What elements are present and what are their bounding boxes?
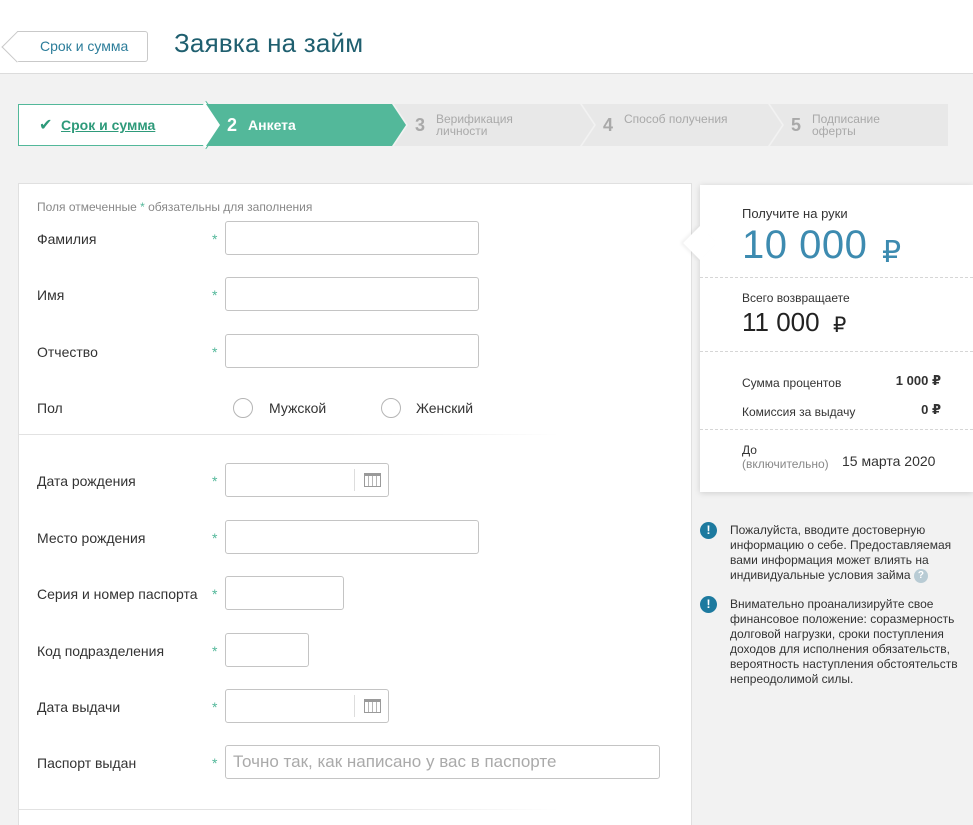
step-2: 2 Анкета <box>206 104 406 146</box>
first-name-input[interactable] <box>225 277 479 311</box>
notice-text: Внимательно проанализируйте свое финансо… <box>730 597 958 686</box>
application-form: Поля отмеченные * обязательны для заполн… <box>18 183 692 825</box>
patronymic-label: Отчество <box>37 344 98 360</box>
required-mark: * <box>212 699 218 715</box>
passport-number-input[interactable] <box>225 576 344 610</box>
info-icon: ! <box>700 522 717 539</box>
gender-label: Пол <box>37 400 63 416</box>
due-label-text: До <box>742 443 757 457</box>
gender-male-radio[interactable] <box>233 398 253 418</box>
step-5-label: Подписание оферты <box>812 112 880 138</box>
step-3-number: 3 <box>415 115 426 135</box>
step-3-label: Верификация личности <box>436 112 513 138</box>
interest-value: 1 000 ₽ <box>895 373 941 388</box>
section-divider <box>19 434 559 435</box>
step-5: 5 Подписание оферты <box>770 104 948 146</box>
info-icon: ! <box>700 596 717 613</box>
checkmark-icon: ✔ <box>39 117 53 134</box>
due-date: 15 марта 2020 <box>842 453 936 469</box>
required-mark: * <box>212 643 218 659</box>
step-2-label: Анкета <box>248 117 296 133</box>
required-mark: * <box>212 287 218 303</box>
birth-date-label: Дата рождения <box>37 473 136 489</box>
receive-amount: 10 000 <box>742 223 868 267</box>
division-code-input[interactable] <box>225 633 309 667</box>
issued-by-label: Паспорт выдан <box>37 755 137 771</box>
step-1[interactable]: ✔ Срок и сумма <box>18 104 206 146</box>
birth-place-label: Место рождения <box>37 530 146 546</box>
birth-date-input[interactable] <box>225 463 389 497</box>
receive-label: Получите на руки <box>742 206 848 221</box>
step-1-label[interactable]: Срок и сумма <box>61 117 155 133</box>
calendar-button[interactable] <box>354 695 388 717</box>
required-mark: * <box>212 755 218 771</box>
step-2-number: 2 <box>227 115 238 135</box>
page-title: Заявка на займ <box>174 28 364 58</box>
ruble-icon: ₽ <box>882 236 902 269</box>
step-3: 3 Верификация личности <box>394 104 594 146</box>
issue-date-label: Дата выдачи <box>37 699 121 715</box>
stepper: ✔ Срок и сумма 2 Анкета 3 Верификация ли… <box>18 104 948 146</box>
help-icon[interactable]: ? <box>913 568 928 583</box>
calendar-icon <box>364 699 381 713</box>
required-hint: Поля отмеченные * обязательны для заполн… <box>37 200 312 214</box>
gender-male-label[interactable]: Мужской <box>269 400 326 416</box>
step-4: 4 Способ получения <box>582 104 782 146</box>
issue-date-input[interactable] <box>225 689 389 723</box>
birth-place-input[interactable] <box>225 520 479 554</box>
first-name-label: Имя <box>37 287 65 303</box>
page-header: Срок и сумма Заявка на займ <box>0 0 973 74</box>
required-mark: * <box>212 231 218 247</box>
issued-by-input[interactable]: Точно так, как написано у вас в паспорте <box>225 745 660 779</box>
notice-text: Пожалуйста, вводите достоверную информац… <box>730 523 973 583</box>
patronymic-input[interactable] <box>225 334 479 368</box>
return-amount: 11 000 <box>742 307 820 337</box>
divider <box>700 351 973 352</box>
section-divider <box>19 809 559 810</box>
fee-label: Комиссия за выдачу <box>742 405 856 419</box>
loan-summary: Получите на руки 10 000 ₽ Всего возвраща… <box>700 185 973 492</box>
due-label-sub: (включительно) <box>742 457 829 471</box>
divider <box>700 277 973 278</box>
step-4-number: 4 <box>603 115 614 135</box>
step-5-number: 5 <box>791 115 802 135</box>
fee-value: 0 ₽ <box>921 402 941 417</box>
step-4-label: Способ получения <box>624 112 728 126</box>
division-code-label: Код подразделения <box>37 643 165 659</box>
back-button-label: Срок и сумма <box>40 38 129 54</box>
hint-prefix: Поля отмеченные <box>37 200 141 214</box>
last-name-label: Фамилия <box>37 231 97 247</box>
passport-number-label: Серия и номер паспорта <box>37 586 198 602</box>
required-mark: * <box>212 530 218 546</box>
calendar-icon <box>364 473 381 487</box>
due-label: До (включительно) <box>742 443 829 471</box>
required-mark: * <box>212 473 218 489</box>
back-button[interactable]: Срок и сумма <box>17 31 148 62</box>
gender-female-label[interactable]: Женский <box>416 400 473 416</box>
gender-female-radio[interactable] <box>381 398 401 418</box>
return-label: Всего возвращаете <box>742 291 850 305</box>
divider <box>700 429 973 430</box>
required-mark: * <box>212 344 218 360</box>
ruble-icon: ₽ <box>833 314 847 337</box>
interest-label: Сумма процентов <box>742 376 842 390</box>
last-name-input[interactable] <box>225 221 479 255</box>
hint-suffix: обязательны для заполнения <box>144 200 313 214</box>
calendar-button[interactable] <box>354 469 388 491</box>
required-mark: * <box>212 586 218 602</box>
